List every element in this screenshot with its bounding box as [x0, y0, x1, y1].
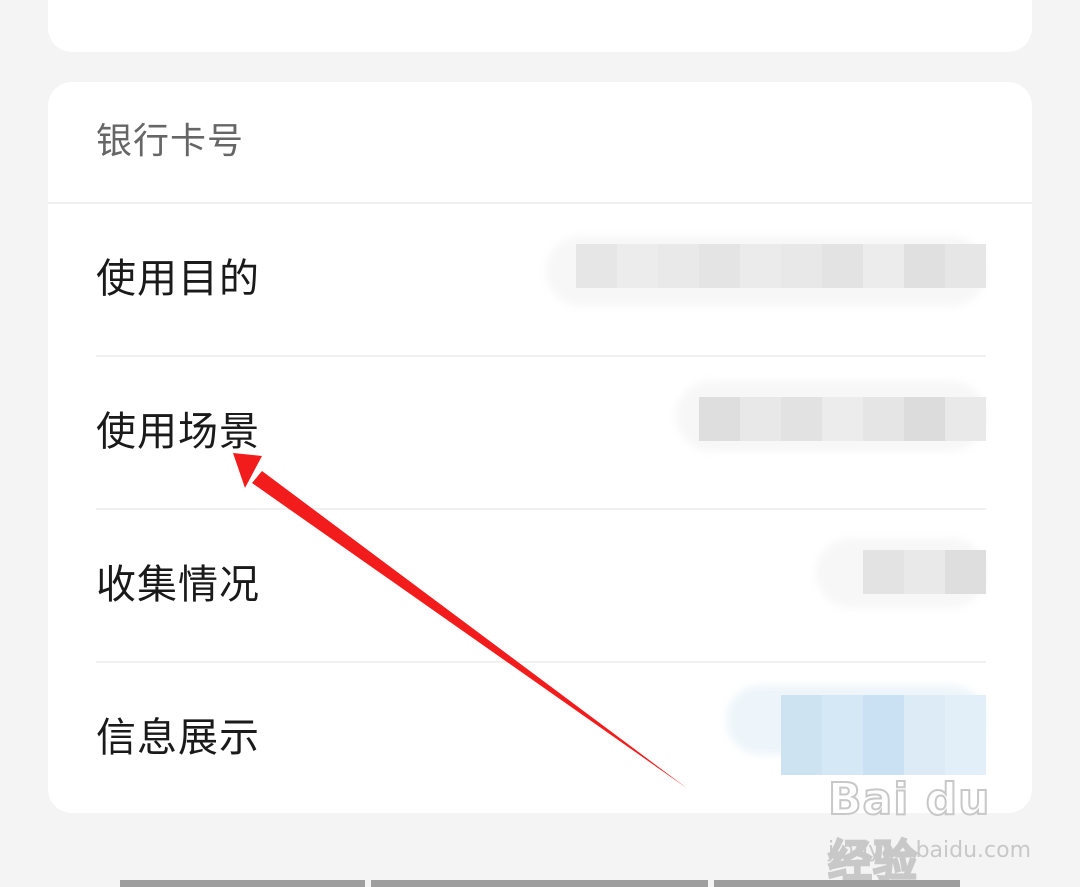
mosaic-cell: [781, 397, 822, 441]
bottom-bar: [120, 880, 960, 887]
previous-card: [48, 0, 1032, 52]
watermark-url: jingyan.baidu.com: [828, 838, 1032, 863]
mosaic-cell: [822, 244, 863, 288]
mosaic-cell: [781, 695, 822, 775]
mosaic-cell: [945, 397, 986, 441]
row-label: 使用场景: [96, 409, 260, 455]
mosaic-cell: [863, 397, 904, 441]
list-item-usage-scenario[interactable]: 使用场景: [96, 357, 986, 510]
row-label: 收集情况: [96, 562, 260, 608]
mosaic-cell: [822, 695, 863, 775]
redacted-value: [781, 695, 986, 775]
list-item-collection-status[interactable]: 收集情况: [96, 510, 986, 663]
card-header: 银行卡号: [48, 82, 1032, 204]
mosaic-cell: [658, 244, 699, 288]
settings-page: 银行卡号 使用目的 使用场景 收集情况 信息展示 Bai du 经验 jingy…: [0, 0, 1080, 887]
mosaic-cell: [781, 244, 822, 288]
redacted-value: [699, 397, 986, 441]
mosaic-cell: [945, 244, 986, 288]
mosaic-cell: [904, 397, 945, 441]
mosaic-cell: [576, 244, 617, 288]
info-card: 银行卡号 使用目的 使用场景 收集情况 信息展示: [48, 82, 1032, 813]
list-item-usage-purpose[interactable]: 使用目的: [96, 204, 986, 357]
mosaic-cell: [699, 244, 740, 288]
bottom-button[interactable]: [120, 880, 365, 887]
mosaic-cell: [740, 397, 781, 441]
baidu-jingyan-watermark: Bai du 经验 jingyan.baidu.com: [826, 768, 1031, 887]
watermark-logo: Bai du 经验: [827, 773, 991, 887]
row-label: 使用目的: [96, 256, 260, 302]
mosaic-cell: [863, 244, 904, 288]
mosaic-cell: [699, 397, 740, 441]
mosaic-cell: [863, 550, 904, 594]
mosaic-cell: [945, 550, 986, 594]
row-label: 信息展示: [96, 715, 260, 761]
mosaic-cell: [945, 695, 986, 775]
mosaic-cell: [863, 695, 904, 775]
redacted-value: [863, 550, 986, 594]
mosaic-cell: [617, 244, 658, 288]
bottom-button[interactable]: [371, 880, 708, 887]
mosaic-cell: [904, 695, 945, 775]
mosaic-cell: [904, 244, 945, 288]
mosaic-cell: [822, 397, 863, 441]
redacted-value: [576, 244, 986, 288]
bottom-button[interactable]: [714, 880, 960, 887]
mosaic-cell: [740, 244, 781, 288]
mosaic-cell: [904, 550, 945, 594]
section-title: 银行卡号: [96, 121, 245, 162]
